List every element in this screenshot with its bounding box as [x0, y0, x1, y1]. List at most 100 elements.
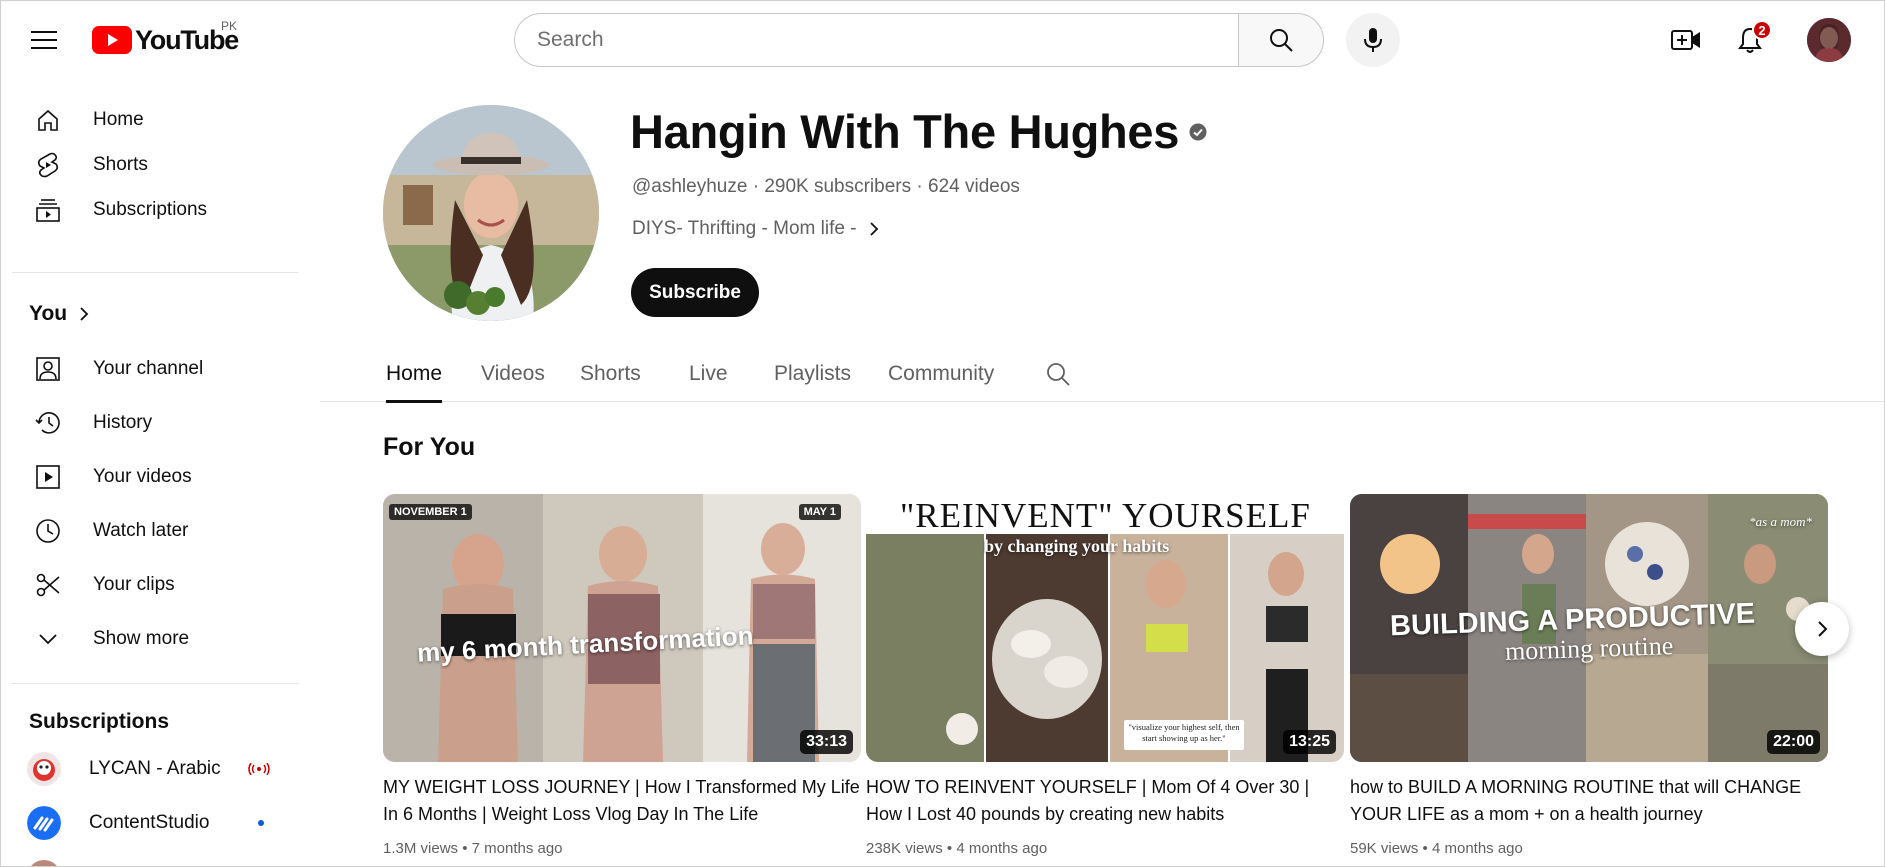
video-thumbnail[interactable]: BUILDING A PRODUCTIVE morning routine *a… [1350, 494, 1828, 762]
voice-search-button[interactable] [1346, 13, 1400, 67]
tab-label: Shorts [580, 361, 641, 385]
upload-age: 4 months ago [956, 840, 1048, 857]
channel-description-text: DIYS- Thrifting - Mom life - [632, 218, 857, 239]
tab-live[interactable]: Live [689, 345, 728, 402]
sidebar-item-label: Your channel [93, 358, 204, 379]
subscription-label: ContentStudio [89, 812, 210, 833]
sidebar-item-home[interactable]: Home [12, 95, 288, 145]
sidebar-subscription-contentstudio[interactable]: ContentStudio [12, 798, 288, 848]
subscriptions-section-heading: Subscriptions [29, 710, 169, 734]
video-thumbnail[interactable]: NOVEMBER 1 MAY 1 my 6 month transformati… [383, 494, 861, 762]
sidebar-item-label: Your clips [93, 574, 175, 595]
channel-avatar-photo [383, 105, 599, 321]
notification-count-badge: 2 [1752, 20, 1772, 40]
upload-age: 4 months ago [1431, 840, 1523, 857]
meta-separator: • [1422, 840, 1432, 857]
tab-shorts[interactable]: Shorts [580, 345, 641, 402]
your-channel-icon [36, 357, 60, 381]
sidebar-item-shorts[interactable]: Shorts [12, 140, 288, 190]
history-icon [35, 412, 60, 434]
sidebar-item-your-videos[interactable]: Your videos [12, 452, 288, 502]
sidebar-item-watch-later[interactable]: Watch later [12, 506, 288, 556]
watch-later-icon [36, 519, 60, 543]
sidebar-item-label: Subscriptions [93, 199, 208, 220]
thumbnail-subheading: morning routine [1504, 631, 1674, 666]
meta-separator: • [462, 840, 472, 857]
tab-videos[interactable]: Videos [481, 345, 545, 402]
channel-name: Hangin With The Hughes [630, 104, 1207, 159]
sidebar-item-label: Shorts [93, 154, 148, 175]
video-card: BUILDING A PRODUCTIVE morning routine *a… [1350, 494, 1828, 857]
tab-label: Live [689, 361, 728, 385]
video-title[interactable]: HOW TO REINVENT YOURSELF | Mom Of 4 Over… [866, 774, 1344, 828]
tab-home[interactable]: Home [386, 345, 443, 403]
video-stats: 238K views • 4 months ago [866, 840, 1344, 857]
channel-avatar[interactable] [383, 105, 599, 321]
masthead: YouTube PK 2 [0, 0, 1885, 80]
video-stats: 1.3M views • 7 months ago [383, 840, 861, 857]
video-title[interactable]: how to BUILD A MORNING ROUTINE that will… [1350, 774, 1828, 828]
sidebar-item-subscriptions[interactable]: Subscriptions [12, 185, 288, 235]
sidebar-divider [12, 272, 299, 273]
meta-separator: · [916, 176, 928, 197]
meta-separator: · [752, 176, 765, 197]
your-videos-icon [36, 465, 60, 489]
video-duration: 13:25 [1283, 730, 1336, 754]
thumbnail-subheading: by changing your habits [984, 536, 1170, 556]
channel-handle: @ashleyhuze [632, 176, 748, 197]
subscriptions-icon [36, 199, 60, 222]
subscribe-button[interactable]: Subscribe [631, 268, 759, 317]
scissors-icon [36, 573, 60, 597]
thumbnail-quote: "visualize your highest self, then start… [1128, 722, 1240, 743]
tab-community[interactable]: Community [888, 345, 994, 402]
sidebar-show-more[interactable]: Show more [12, 614, 288, 664]
view-count: 59K views [1350, 840, 1419, 857]
account-avatar[interactable] [1807, 18, 1851, 62]
you-section-heading[interactable]: You [29, 302, 89, 326]
search-button[interactable] [1238, 13, 1324, 67]
tab-label: Playlists [774, 361, 852, 385]
channel-description[interactable]: DIYS- Thrifting - Mom life - [632, 218, 879, 240]
video-thumbnail[interactable]: "REINVENT" YOURSELF by changing your hab… [866, 494, 1344, 762]
thumbnail-heading: "REINVENT" YOURSELF [900, 496, 1311, 535]
video-duration: 33:13 [800, 730, 853, 754]
channel-avatar-lycan [27, 752, 61, 786]
you-heading-label: You [29, 302, 68, 325]
youtube-logo[interactable]: YouTube [92, 22, 239, 58]
channel-tabs: Home Videos Shorts Live Playlists Commun… [320, 345, 1885, 403]
chevron-right-icon [1818, 621, 1828, 637]
notifications-button[interactable]: 2 [1730, 20, 1772, 60]
tab-label: Videos [481, 361, 545, 385]
sidebar-item-label: Your videos [93, 466, 192, 487]
create-button[interactable] [1666, 20, 1706, 60]
create-video-icon [1671, 30, 1700, 50]
channel-metadata: @ashleyhuze · 290K subscribers · 624 vid… [632, 176, 1020, 198]
live-indicator-icon [248, 763, 270, 775]
channel-avatar-contentstudio [27, 806, 61, 840]
search-icon [1047, 362, 1070, 386]
view-count: 1.3M views [383, 840, 459, 857]
sidebar-item-label: Home [93, 109, 144, 130]
view-count: 238K views [866, 840, 943, 857]
video-stats: 59K views • 4 months ago [1350, 840, 1828, 857]
video-card: "REINVENT" YOURSELF by changing your hab… [866, 494, 1344, 857]
tab-search[interactable] [1045, 345, 1071, 402]
carousel-next-button[interactable] [1795, 602, 1849, 656]
youtube-play-logo-icon [92, 26, 132, 54]
logo-region-code: PK [221, 19, 238, 33]
channel-avatar-partial [27, 860, 61, 867]
video-card: NOVEMBER 1 MAY 1 my 6 month transformati… [383, 494, 861, 857]
verified-badge-icon [1189, 123, 1207, 140]
video-title[interactable]: MY WEIGHT LOSS JOURNEY | How I Transform… [383, 774, 861, 828]
sidebar-subscription-lycan-arabic[interactable]: LYCAN - Arabic [12, 744, 288, 794]
guide-menu-button[interactable] [24, 20, 64, 60]
search-icon [1270, 29, 1293, 52]
new-content-dot [258, 820, 264, 826]
sidebar-item-history[interactable]: History [12, 398, 288, 448]
sidebar-item-your-clips[interactable]: Your clips [12, 560, 288, 610]
sidebar-item-your-channel[interactable]: Your channel [12, 344, 288, 394]
upload-age: 7 months ago [471, 840, 563, 857]
video-duration: 22:00 [1767, 730, 1820, 754]
search-input[interactable] [514, 13, 1238, 67]
tab-playlists[interactable]: Playlists [774, 345, 851, 402]
